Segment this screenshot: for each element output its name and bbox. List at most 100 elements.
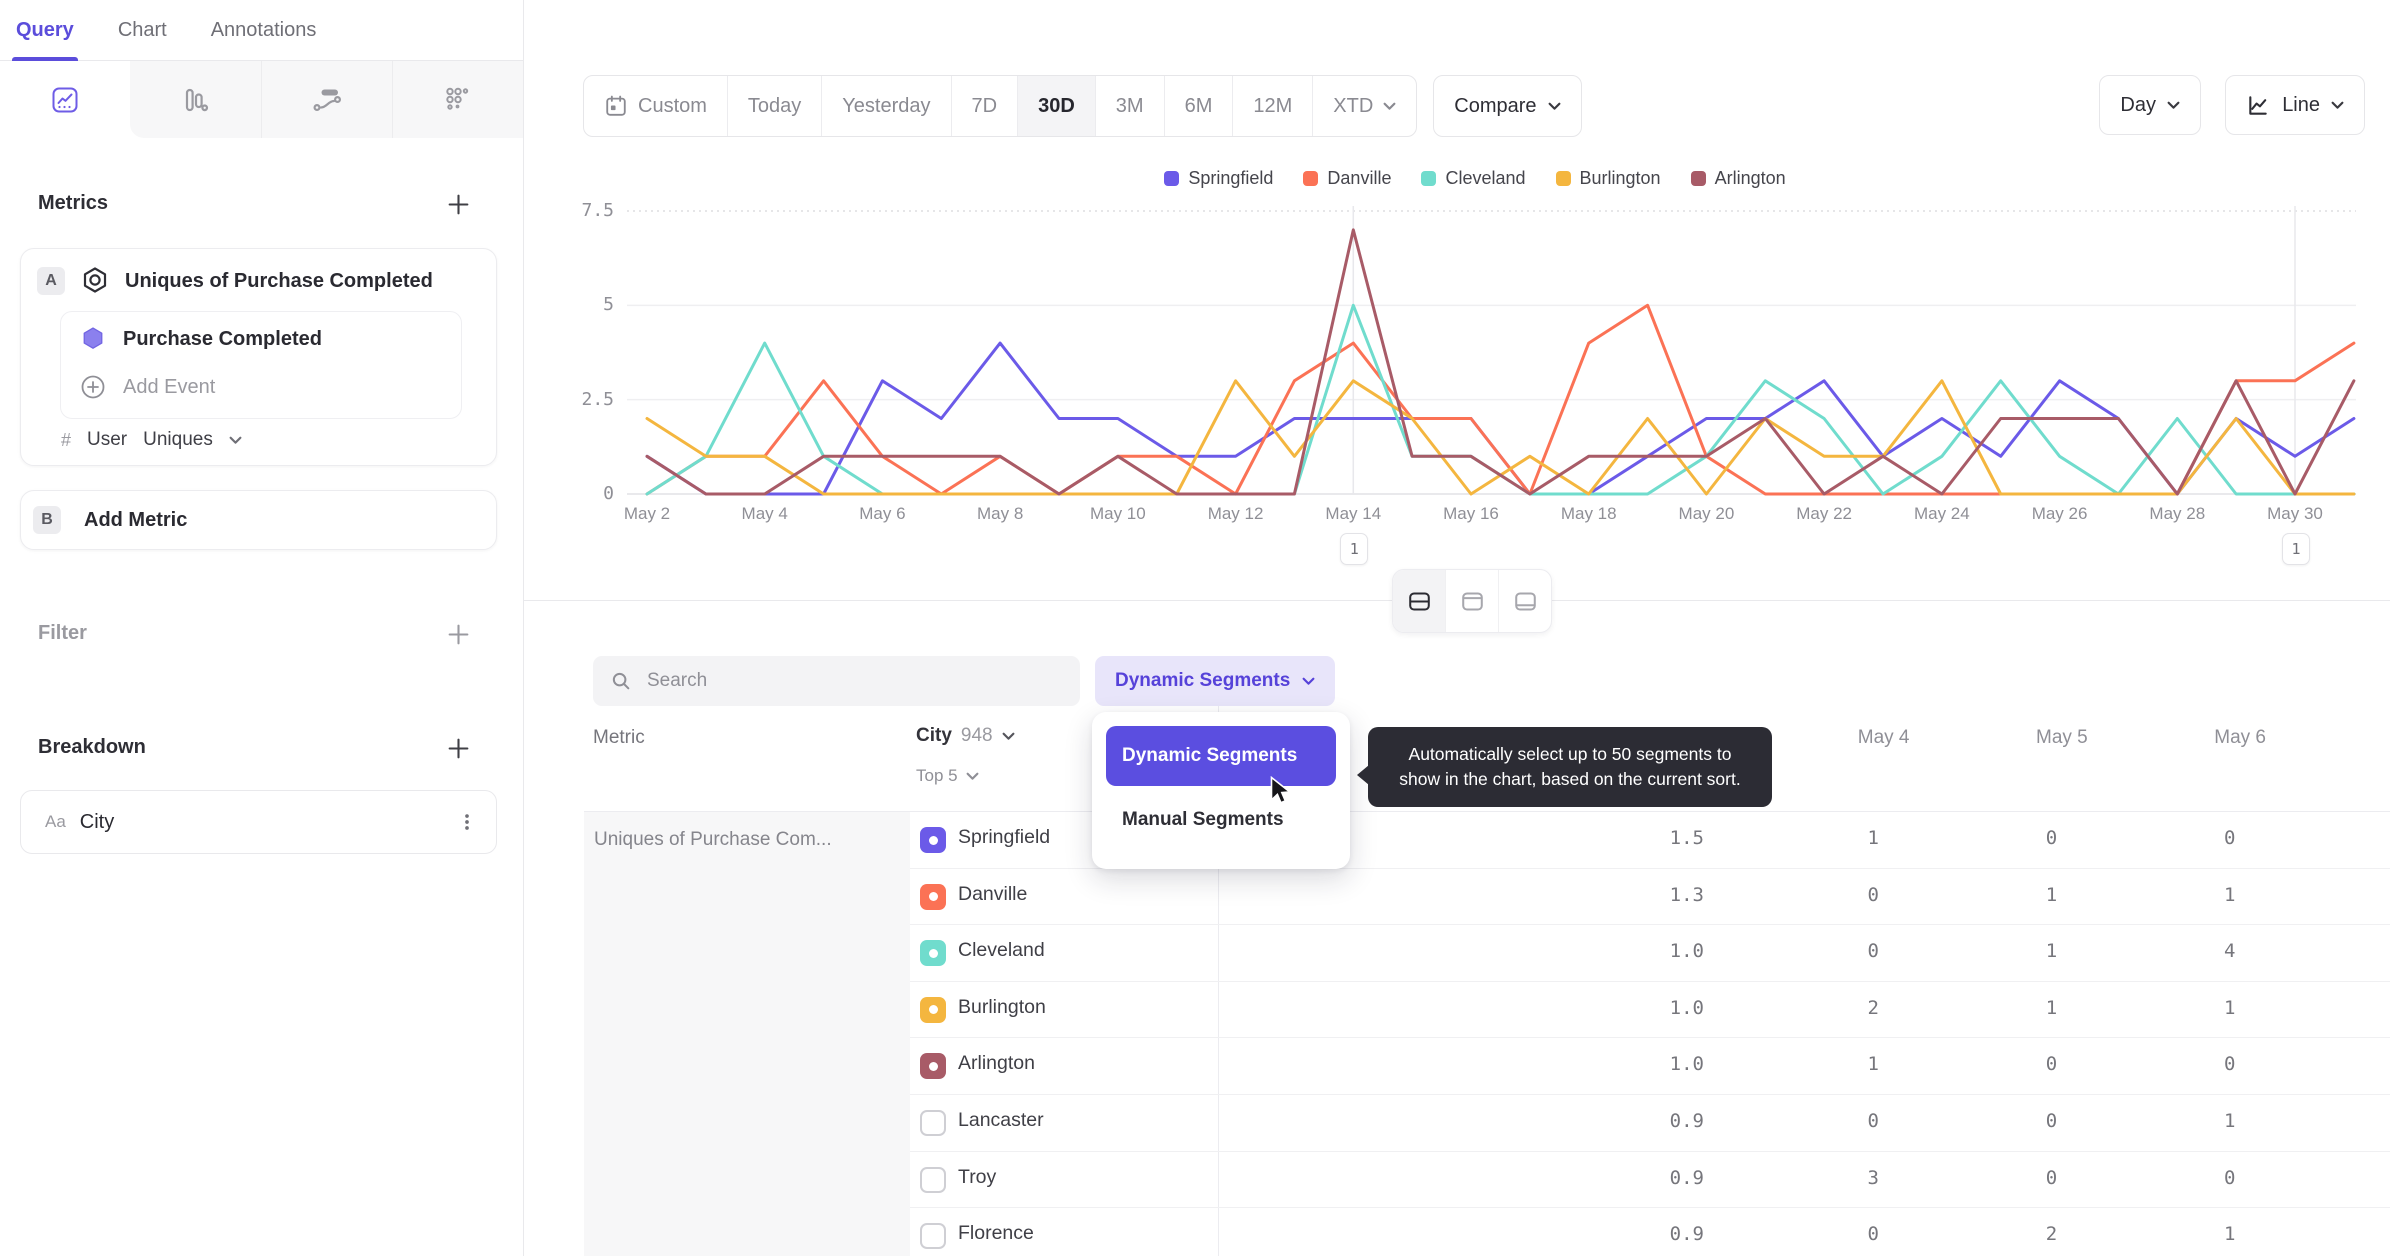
- table-row-lancaster[interactable]: Lancaster0.900112: [910, 1095, 2390, 1152]
- segments-mode-button[interactable]: Dynamic Segments: [1095, 656, 1336, 706]
- segment-search[interactable]: [593, 656, 1080, 706]
- cell-value: 1: [2045, 996, 2058, 1019]
- legend-item-springfield[interactable]: Springfield: [1164, 168, 1273, 189]
- line-chart[interactable]: [540, 200, 2390, 500]
- add-event-row[interactable]: Add Event: [79, 373, 215, 401]
- table-row-arlington[interactable]: Arlington1.010011: [910, 1038, 2390, 1095]
- segment-checkbox-burlington[interactable]: [920, 996, 946, 1023]
- cell-value: 1: [2045, 940, 2058, 963]
- cell-value: 3: [1867, 1166, 1879, 1189]
- table-row-cleveland[interactable]: Cleveland1.001410: [910, 925, 2390, 982]
- metric-row-group-cell: Uniques of Purchase Com...: [584, 812, 910, 1256]
- range-label: Today: [747, 94, 802, 117]
- x-axis-tick: May 24: [1913, 504, 1970, 523]
- segment-checkbox-danville[interactable]: [920, 883, 946, 910]
- cell-value: 2: [1867, 996, 1879, 1019]
- x-axis-tick: May 10: [1089, 504, 1146, 523]
- granularity-button[interactable]: Day: [2099, 75, 2201, 135]
- segment-checkbox-lancaster[interactable]: [920, 1110, 946, 1136]
- cell-value: 1: [1867, 1053, 1879, 1076]
- range-button-xtd[interactable]: XTD: [1312, 76, 1416, 136]
- event-hexagon-icon: [79, 325, 107, 353]
- range-button-6m[interactable]: 6M: [1163, 76, 1233, 136]
- x-axis-tick: May 22: [1796, 504, 1852, 523]
- legend-item-cleveland[interactable]: Cleveland: [1421, 168, 1526, 189]
- dropdown-item-manual-segments[interactable]: Manual Segments: [1106, 793, 1336, 847]
- add-metric-card[interactable]: B Add Metric: [20, 490, 497, 550]
- bottom-panel-icon: [1512, 588, 1539, 615]
- segment-name: Lancaster: [958, 1109, 1044, 1131]
- kebab-menu-icon[interactable]: [456, 811, 478, 833]
- add-breakdown-plus-icon[interactable]: [446, 736, 471, 761]
- add-metric-label: Add Metric: [84, 508, 188, 531]
- table-row-danville[interactable]: Danville1.301131: [910, 869, 2390, 926]
- chart-type-tab-line-chart[interactable]: [0, 61, 131, 138]
- top-nav: Query Chart Annotations: [0, 0, 523, 61]
- chevron-down-icon: [1548, 102, 1561, 111]
- search-input[interactable]: [645, 669, 1039, 693]
- table-row-troy[interactable]: Troy0.930001: [910, 1152, 2390, 1209]
- add-metric-plus-icon[interactable]: [446, 192, 471, 217]
- compare-button[interactable]: Compare: [1433, 75, 1582, 137]
- add-filter-plus-icon[interactable]: [446, 622, 471, 647]
- chart-type-tabs: [0, 61, 523, 138]
- legend-item-burlington[interactable]: Burlington: [1555, 168, 1661, 189]
- annotation-badge[interactable]: 1: [2281, 533, 2310, 565]
- dropdown-item-dynamic-segments[interactable]: Dynamic Segments: [1106, 726, 1336, 786]
- x-axis-tick: May 16: [1443, 504, 1499, 523]
- segment-name: Burlington: [958, 995, 1046, 1018]
- top-n-selector[interactable]: Top 5: [916, 766, 979, 786]
- table-row-burlington[interactable]: Burlington1.021100: [910, 982, 2390, 1039]
- chevron-down-icon: [2167, 101, 2180, 110]
- range-button-30d[interactable]: 30D: [1017, 76, 1095, 136]
- range-button-12m[interactable]: 12M: [1232, 76, 1312, 136]
- event-row[interactable]: Purchase Completed: [79, 325, 322, 353]
- cell-value: 1: [2304, 1053, 2390, 1075]
- chart-style-button[interactable]: Line: [2225, 75, 2365, 135]
- range-button-7d[interactable]: 7D: [950, 76, 1018, 136]
- cell-value: 0: [2304, 1167, 2390, 1189]
- column-header-city[interactable]: City 948: [916, 725, 1015, 747]
- tab-annotations[interactable]: Annotations: [211, 0, 317, 60]
- chart-type-tab-funnel-dots[interactable]: [391, 61, 523, 138]
- event-card: Purchase Completed Add Event: [60, 311, 462, 419]
- range-label: XTD: [1333, 94, 1374, 117]
- chart-type-tab-flow[interactable]: [260, 61, 392, 138]
- layout-toggle-bottom-panel[interactable]: [1498, 570, 1551, 632]
- bar-chart-icon: [180, 85, 210, 115]
- table-row-florence[interactable]: Florence0.902100: [910, 1208, 2390, 1256]
- x-axis-tick: May 2: [623, 504, 671, 523]
- cell-value: 1.0: [1669, 940, 1704, 963]
- split-view-icon: [1406, 588, 1433, 615]
- event-name: Purchase Completed: [123, 327, 322, 350]
- breakdown-item-city[interactable]: Aa City: [20, 790, 497, 854]
- range-label: 7D: [971, 94, 998, 117]
- range-button-today[interactable]: Today: [726, 76, 821, 136]
- series-line-burlington[interactable]: [645, 379, 2356, 496]
- segment-name: Cleveland: [958, 939, 1045, 962]
- tab-chart[interactable]: Chart: [118, 0, 167, 60]
- chart-type-tab-bar-chart[interactable]: [130, 61, 261, 138]
- segment-checkbox-troy[interactable]: [920, 1166, 946, 1193]
- segment-checkbox-florence[interactable]: [920, 1223, 946, 1250]
- range-button-3m[interactable]: 3M: [1094, 76, 1164, 136]
- cell-value: 0: [2045, 1166, 2058, 1189]
- cell-value: 0.9: [1669, 1110, 1704, 1132]
- layout-toggle-top-panel[interactable]: [1445, 570, 1498, 632]
- range-button-custom[interactable]: Custom: [584, 76, 727, 136]
- metric-card-a[interactable]: A Uniques of Purchase Completed Purchase…: [20, 248, 497, 466]
- layout-toggle-split-view[interactable]: [1393, 570, 1445, 632]
- measure-selector[interactable]: # User Uniques: [61, 429, 242, 451]
- legend-item-arlington[interactable]: Arlington: [1690, 168, 1786, 189]
- legend-item-danville[interactable]: Danville: [1303, 168, 1391, 189]
- segment-checkbox-springfield[interactable]: [920, 827, 946, 853]
- annotation-badge[interactable]: 1: [1340, 533, 1369, 565]
- segment-name: Springfield: [958, 826, 1051, 848]
- tab-query[interactable]: Query: [12, 0, 78, 61]
- range-button-yesterday[interactable]: Yesterday: [821, 76, 950, 136]
- segment-checkbox-arlington[interactable]: [920, 1053, 946, 1080]
- range-label: 3M: [1115, 94, 1144, 117]
- cell-value: 0.9: [1669, 1223, 1704, 1246]
- x-axis-tick: May 18: [1560, 504, 1617, 523]
- segment-checkbox-cleveland[interactable]: [920, 940, 946, 967]
